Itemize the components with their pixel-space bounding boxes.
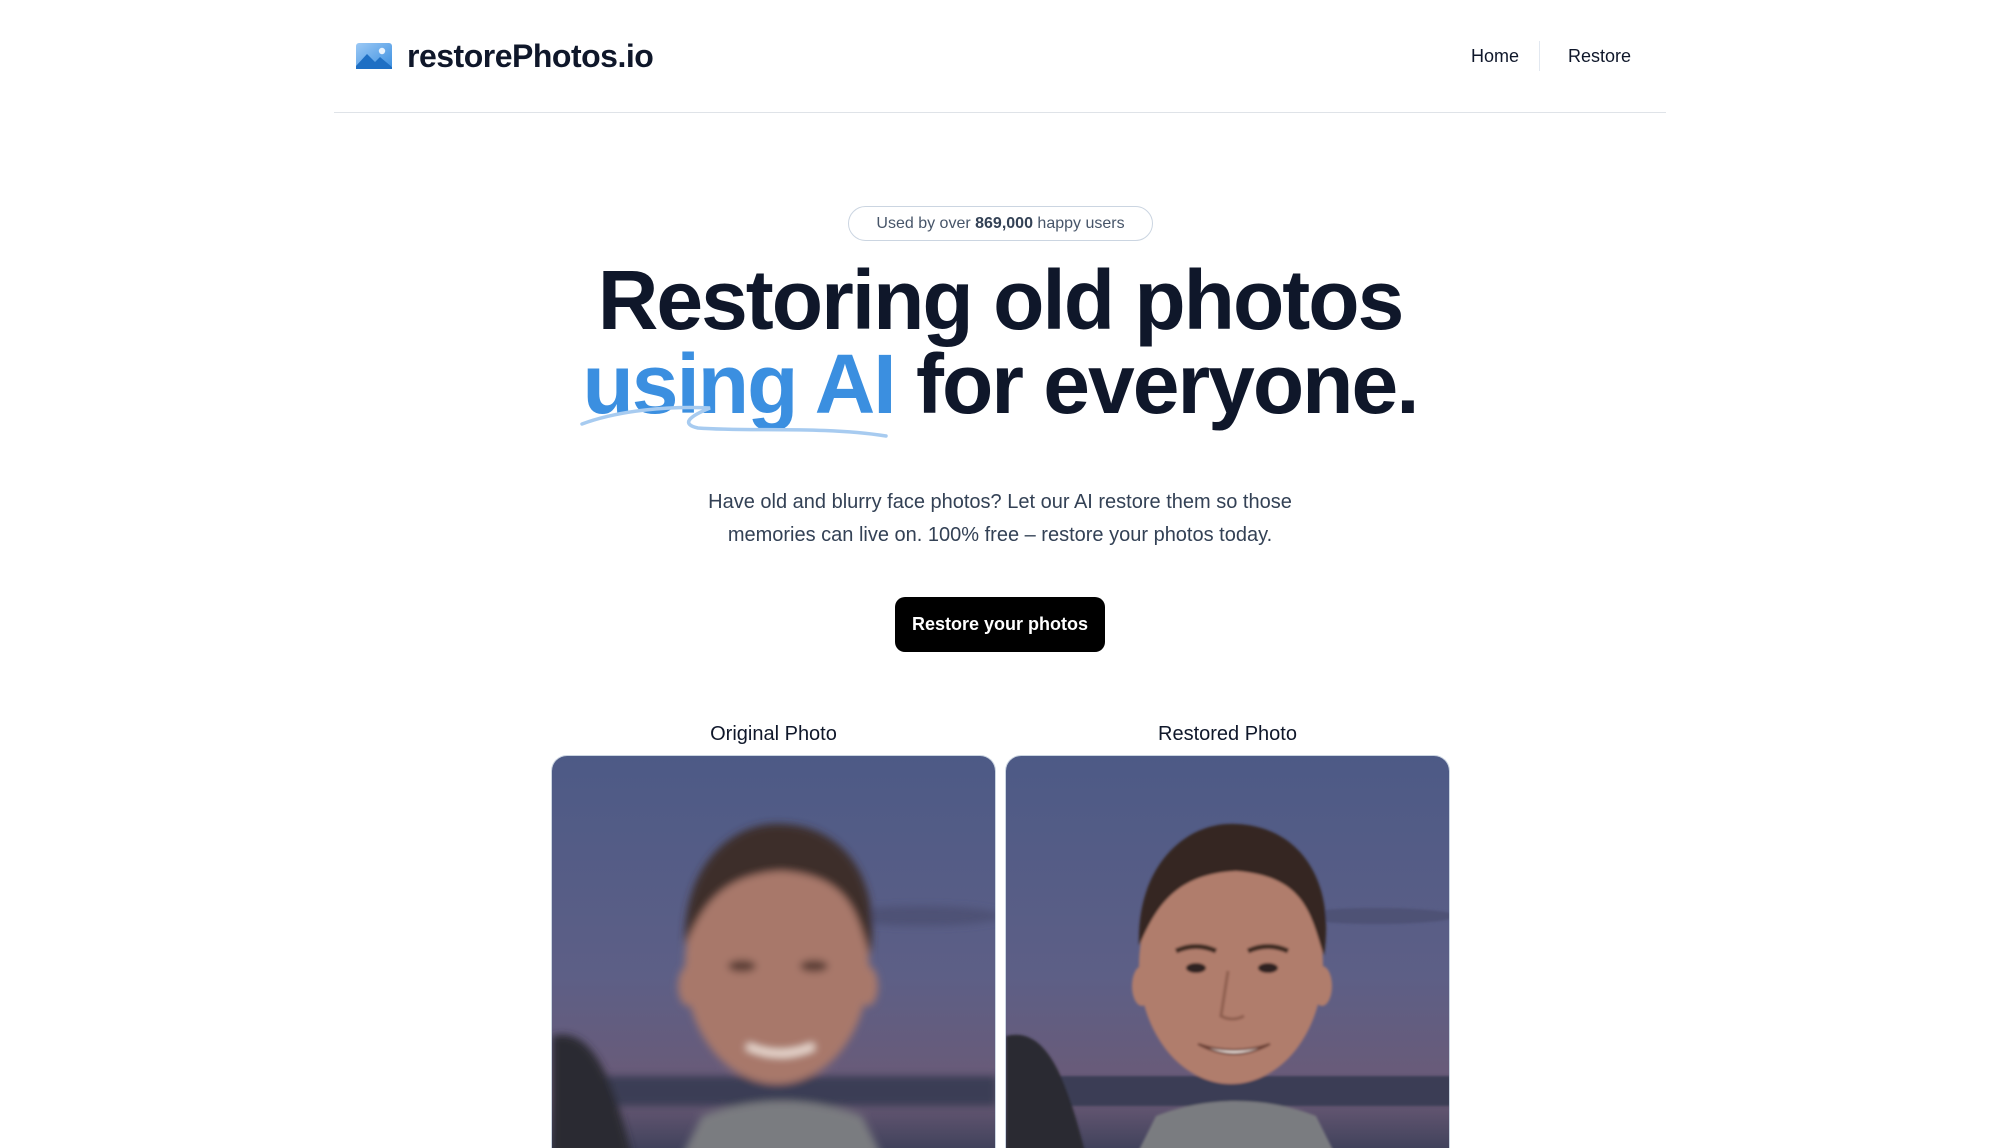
badge-prefix: Used by over bbox=[876, 214, 971, 232]
squiggle-underline-icon bbox=[580, 405, 889, 438]
restore-photos-button[interactable]: Restore your photos bbox=[895, 597, 1105, 652]
main-nav: Home Restore bbox=[1471, 38, 1631, 74]
hero-title-line2: using AI for everyone. bbox=[0, 342, 2000, 438]
hero-title-line1: Restoring old photos bbox=[597, 253, 1405, 347]
restored-photo bbox=[1005, 755, 1450, 1148]
badge-suffix: happy users bbox=[1037, 214, 1125, 232]
hero-title: Restoring old photos using AI for everyo… bbox=[0, 253, 2000, 438]
hero-title-rest: for everyone. bbox=[916, 337, 1420, 431]
original-photo bbox=[551, 755, 996, 1148]
image-icon bbox=[356, 43, 392, 69]
restored-photo-image bbox=[1006, 756, 1449, 1148]
original-photo-label: Original Photo bbox=[710, 723, 837, 745]
page: restorePhotos.io Home Restore Used by ov… bbox=[0, 0, 2000, 1148]
original-photo-panel: Original Photo bbox=[551, 718, 996, 1148]
original-photo-image bbox=[552, 756, 995, 1148]
badge-count: 869,000 bbox=[975, 214, 1033, 232]
users-count-badge: Used by over 869,000 happy users bbox=[848, 206, 1153, 241]
nav-restore-link[interactable]: Restore bbox=[1568, 46, 1631, 67]
nav-divider bbox=[1538, 41, 1540, 71]
restored-photo-label: Restored Photo bbox=[1158, 723, 1297, 745]
brand-logo-link[interactable]: restorePhotos.io bbox=[355, 34, 654, 78]
site-header: restorePhotos.io Home Restore bbox=[334, 0, 1666, 113]
brand-name: restorePhotos.io bbox=[407, 37, 654, 74]
hero-title-accent-wrap: using AI bbox=[580, 342, 897, 438]
restored-photo-panel: Restored Photo bbox=[1005, 718, 1450, 1148]
nav-home-link[interactable]: Home bbox=[1471, 46, 1519, 67]
hero-subtitle: Have old and blurry face photos? Let our… bbox=[708, 491, 1292, 546]
